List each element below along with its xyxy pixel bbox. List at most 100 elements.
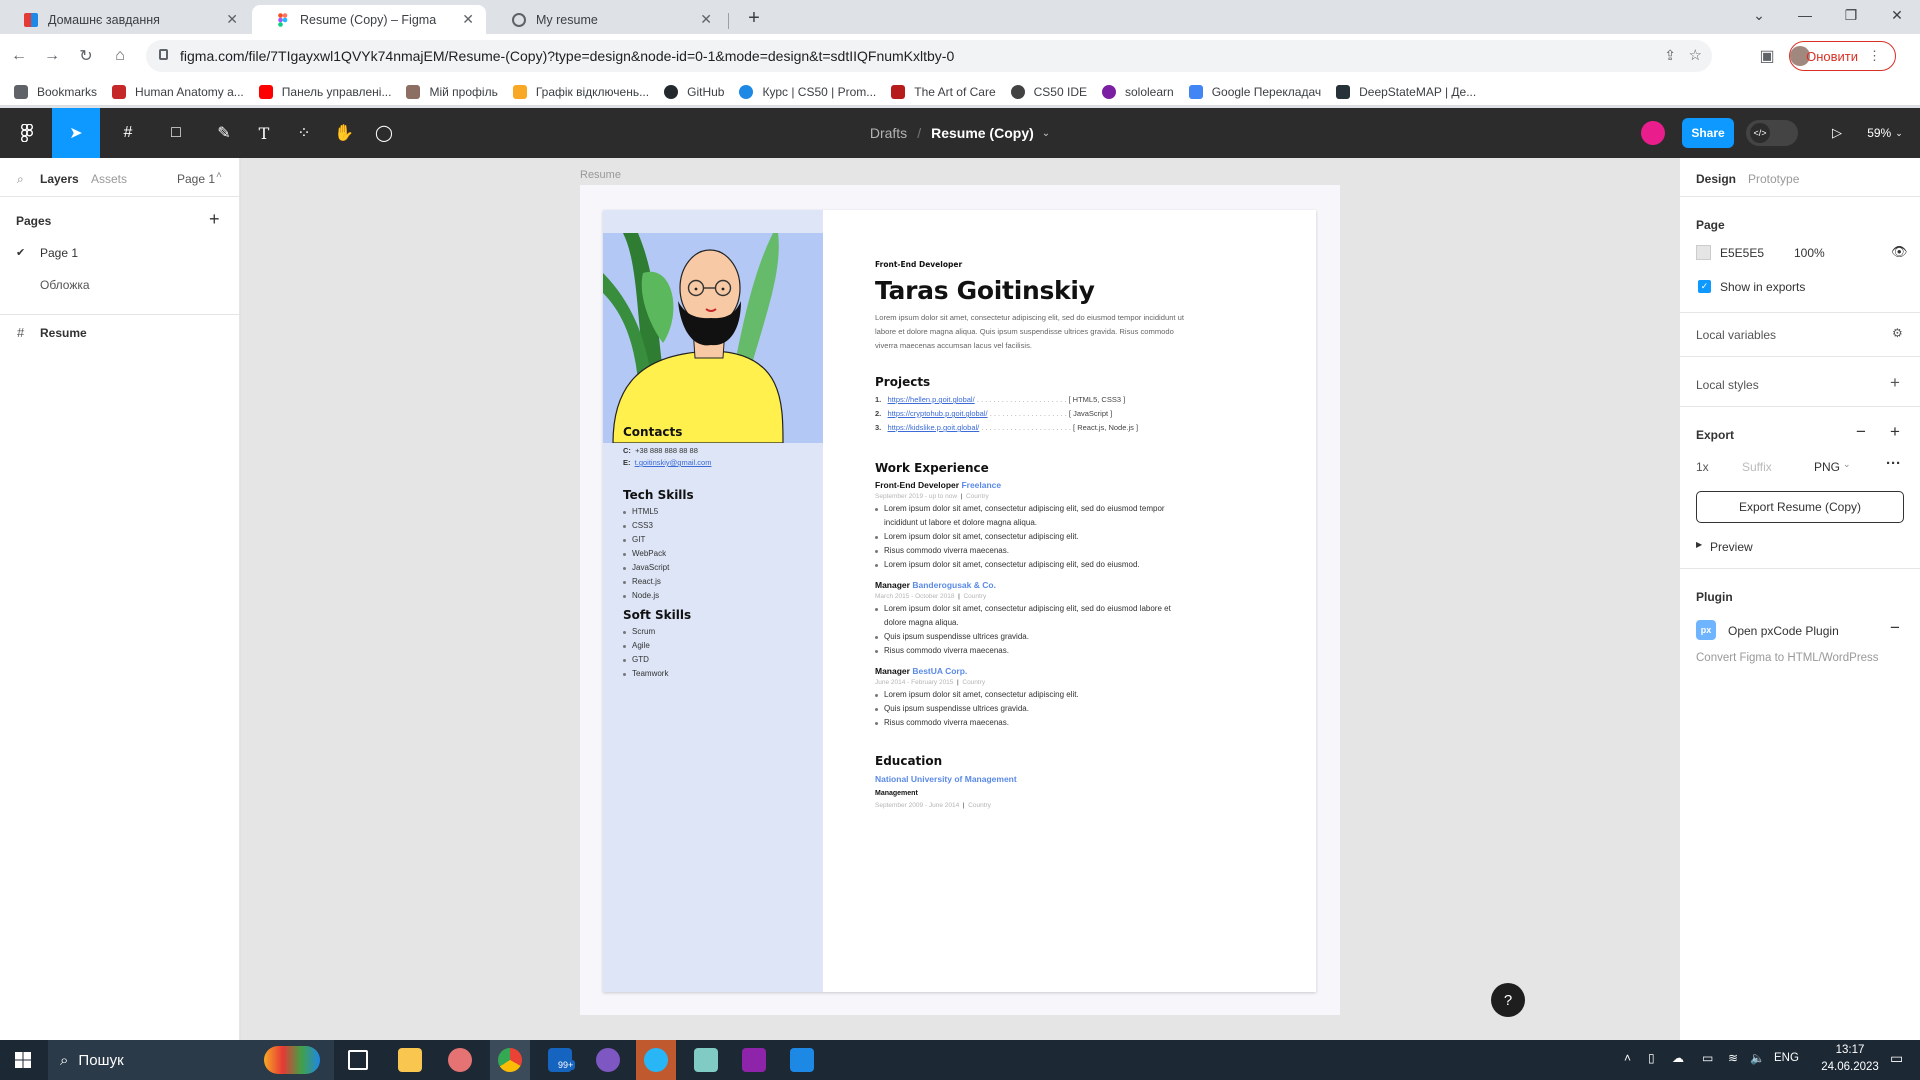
bookmark-item[interactable]: Графік відключень...: [512, 84, 649, 99]
vscode-icon[interactable]: [790, 1048, 814, 1072]
checkbox-checked-icon[interactable]: ✓: [1698, 280, 1711, 293]
plugin-name[interactable]: Open pxCode Plugin: [1728, 624, 1839, 638]
bookmark-item[interactable]: CS50 IDE: [1010, 84, 1087, 99]
export-suffix-field[interactable]: Suffix: [1742, 460, 1772, 474]
design-canvas[interactable]: Resume Contacts C: +38 888 888 88 88 E: …: [241, 158, 1679, 1040]
frame-label[interactable]: Resume: [580, 169, 621, 181]
viber-icon[interactable]: [596, 1048, 620, 1072]
page-color-value[interactable]: E5E5E5: [1720, 246, 1764, 260]
notes-icon[interactable]: [694, 1048, 718, 1072]
more-options-icon[interactable]: ···: [1886, 455, 1901, 472]
export-button[interactable]: Export Resume (Copy): [1696, 491, 1904, 523]
close-tab-icon[interactable]: ✕: [226, 11, 238, 28]
bookmark-item[interactable]: Курс | CS50 | Prom...: [739, 84, 876, 99]
clock-date[interactable]: 24.06.2023: [1820, 1061, 1880, 1073]
clock-time[interactable]: 13:17: [1820, 1044, 1880, 1056]
tab-search-icon[interactable]: ⌄: [1736, 0, 1782, 30]
project-link[interactable]: https://cryptohub.p.goit.global/: [888, 409, 988, 418]
address-bar[interactable]: figma.com/file/7TIgayxwl1QVYk74nmajEM/Re…: [146, 40, 1712, 72]
tab-design[interactable]: Design: [1696, 172, 1736, 186]
bookmark-item[interactable]: Human Anatomy a...: [112, 84, 244, 99]
tab-prototype[interactable]: Prototype: [1748, 172, 1799, 186]
share-page-icon[interactable]: ⇪: [1664, 47, 1676, 64]
restore-icon[interactable]: ❐: [1828, 0, 1874, 30]
close-window-icon[interactable]: ✕: [1874, 0, 1920, 30]
dev-mode-toggle[interactable]: </>: [1746, 120, 1798, 146]
file-explorer-icon[interactable]: [398, 1048, 422, 1072]
back-icon[interactable]: ←: [5, 42, 33, 70]
present-play-icon[interactable]: ▷: [1820, 108, 1854, 158]
windows-start-icon[interactable]: [15, 1052, 31, 1068]
project-link[interactable]: https://kidslike.p.goit.global/: [888, 423, 980, 432]
tab-assets[interactable]: Assets: [91, 172, 127, 186]
file-name[interactable]: Resume (Copy): [931, 125, 1034, 141]
update-button[interactable]: Оновити ⋮: [1789, 41, 1896, 71]
bookmark-star-icon[interactable]: ☆: [1689, 46, 1702, 64]
add-page-icon[interactable]: +: [209, 209, 220, 230]
export-scale[interactable]: 1x: [1696, 460, 1709, 474]
resume-frame[interactable]: Contacts C: +38 888 888 88 88 E: t.goiti…: [580, 185, 1340, 1015]
chrome-icon[interactable]: [498, 1048, 522, 1072]
page-color-swatch[interactable]: [1696, 245, 1711, 260]
bookmark-item[interactable]: Мій профіль: [406, 84, 498, 99]
onedrive-icon[interactable]: ☁: [1672, 1051, 1684, 1065]
export-format-select[interactable]: PNG: [1814, 460, 1840, 474]
user-avatar[interactable]: [1641, 121, 1665, 145]
page-item-page-1[interactable]: Page 1: [40, 246, 78, 260]
add-export-icon[interactable]: +: [1890, 422, 1900, 442]
layer-item-resume[interactable]: Resume: [40, 326, 87, 340]
wifi-icon[interactable]: ≋: [1728, 1051, 1738, 1065]
project-link[interactable]: https://hellen.p.goit.global/: [888, 395, 975, 404]
task-view-icon[interactable]: [348, 1050, 368, 1070]
chevron-up-icon[interactable]: ˄: [216, 170, 222, 181]
page-selector[interactable]: Page 1: [177, 172, 215, 186]
minimize-icon[interactable]: —: [1782, 0, 1828, 30]
help-button[interactable]: ?: [1491, 983, 1525, 1017]
variables-settings-icon[interactable]: ⚙: [1892, 326, 1903, 340]
bookmark-item[interactable]: Bookmarks: [14, 84, 97, 99]
drafts-link[interactable]: Drafts: [870, 125, 907, 141]
add-style-icon[interactable]: +: [1890, 373, 1900, 393]
page-opacity-value[interactable]: 100%: [1794, 246, 1825, 260]
reload-icon[interactable]: ↻: [72, 42, 100, 70]
notifications-icon[interactable]: ▭: [1890, 1050, 1903, 1067]
taskbar-search[interactable]: ⌕ Пошук: [48, 1040, 334, 1080]
remove-export-icon[interactable]: −: [1856, 422, 1866, 442]
bookmark-item[interactable]: DeepStateMAP | Де...: [1336, 84, 1476, 99]
search-icon[interactable]: ⌕: [17, 172, 24, 187]
local-variables-label[interactable]: Local variables: [1696, 328, 1776, 342]
preview-toggle[interactable]: Preview: [1710, 540, 1753, 554]
bookmark-item[interactable]: Панель управлені...: [258, 84, 391, 99]
browser-tab[interactable]: My resume ✕: [488, 5, 724, 34]
close-tab-icon[interactable]: ✕: [700, 11, 712, 28]
battery-icon[interactable]: ▭: [1702, 1051, 1713, 1065]
tray-device-icon[interactable]: ▯: [1648, 1051, 1655, 1065]
side-panel-icon[interactable]: ▣: [1753, 42, 1781, 70]
forward-icon[interactable]: →: [38, 42, 66, 70]
browser-tab[interactable]: Домашнє завдання ✕: [0, 5, 250, 34]
browser-tab-active[interactable]: Resume (Copy) – Figma ✕: [252, 5, 486, 34]
page-item-oblozhka[interactable]: Обложка: [40, 278, 90, 292]
telegram-icon[interactable]: [644, 1048, 668, 1072]
jetbrains-icon[interactable]: [742, 1048, 766, 1072]
zoom-level[interactable]: 59% ⌄: [1860, 108, 1910, 158]
bookmark-item[interactable]: sololearn: [1102, 84, 1174, 99]
tray-chevron-icon[interactable]: ˄: [1624, 1051, 1631, 1065]
remove-plugin-icon[interactable]: −: [1890, 618, 1900, 638]
close-tab-icon[interactable]: ✕: [462, 11, 474, 28]
email-link[interactable]: t.goitinskiy@gmail.com: [635, 458, 712, 467]
menu-kebab-icon[interactable]: ⋮: [1868, 48, 1881, 64]
caret-right-icon[interactable]: ▶: [1696, 540, 1702, 549]
app-icon[interactable]: [448, 1048, 472, 1072]
eye-icon[interactable]: 👁: [1891, 244, 1908, 260]
new-tab-button[interactable]: +: [740, 4, 768, 32]
bookmark-item[interactable]: GitHub: [664, 84, 724, 99]
local-styles-label[interactable]: Local styles: [1696, 378, 1759, 392]
bookmark-item[interactable]: Google Перекладач: [1188, 84, 1321, 99]
tab-layers[interactable]: Layers: [40, 172, 79, 186]
chevron-down-icon[interactable]: ⌄: [1042, 128, 1050, 139]
bookmark-item[interactable]: The Art of Care: [891, 84, 996, 99]
volume-icon[interactable]: 🔈: [1750, 1051, 1765, 1065]
share-button[interactable]: Share: [1682, 118, 1734, 148]
home-icon[interactable]: ⌂: [106, 42, 134, 70]
